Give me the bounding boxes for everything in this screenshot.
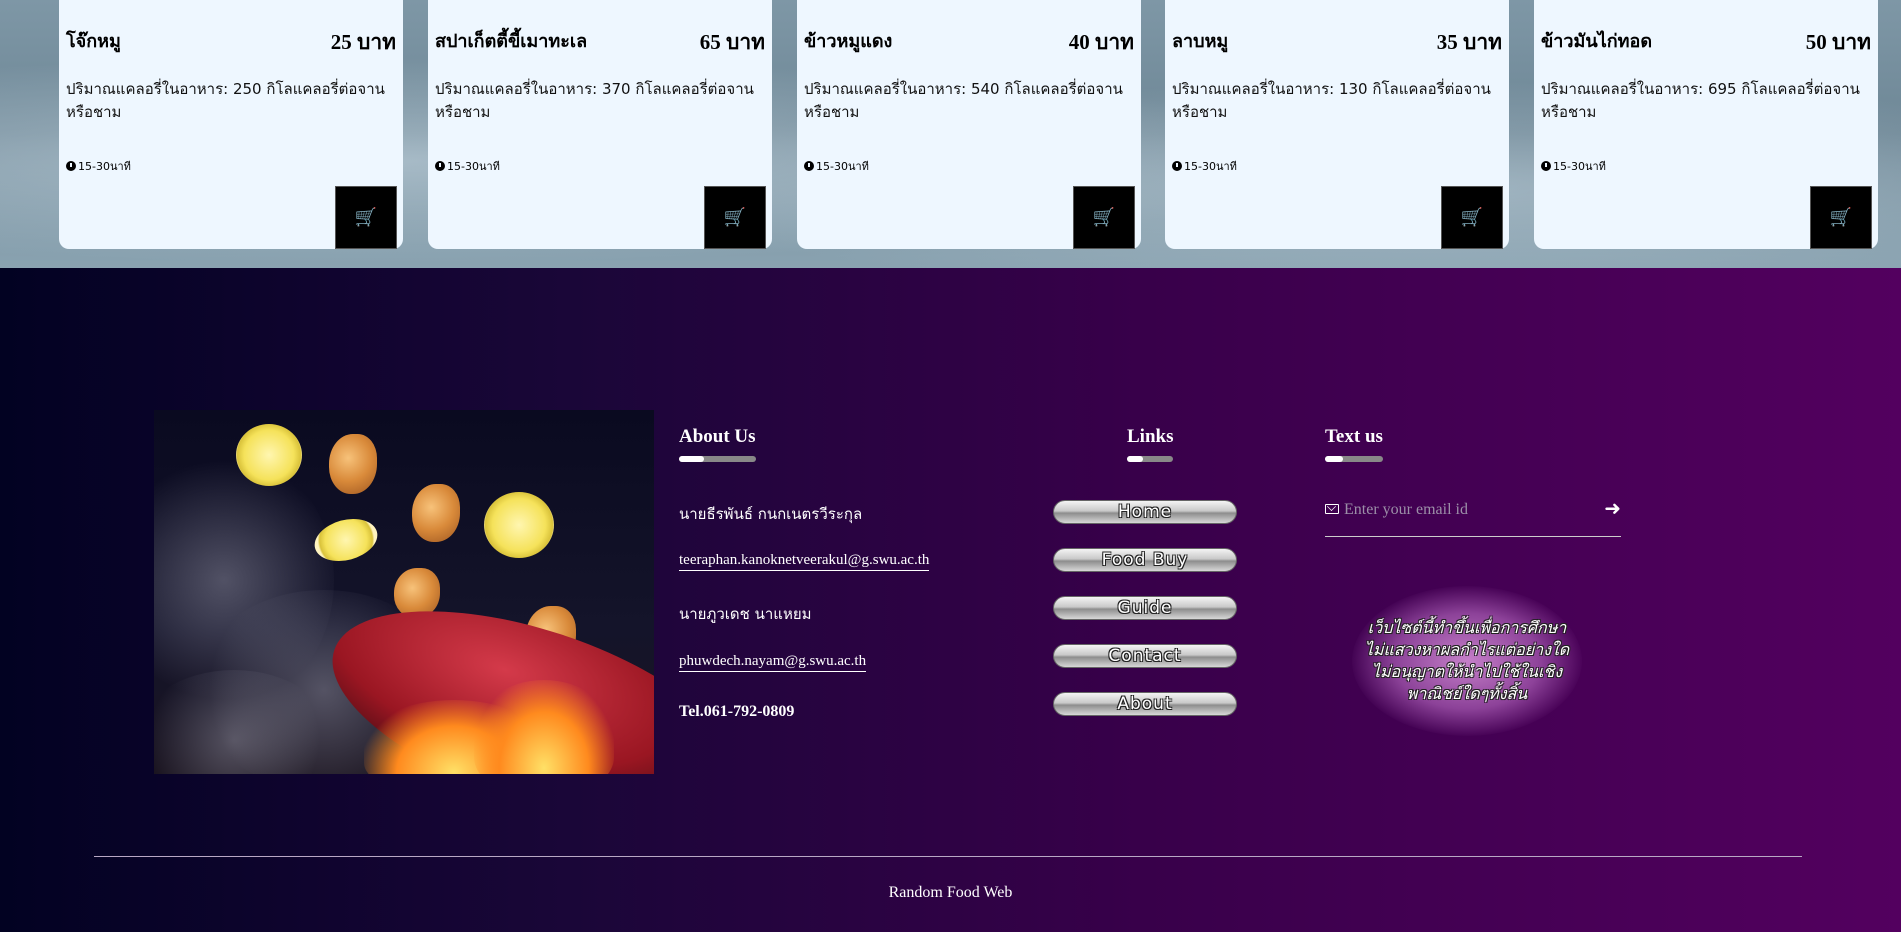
clock-icon (804, 161, 814, 171)
food-name: ข้าวหมูแดง (804, 31, 893, 52)
footer-link-home[interactable]: Home (1053, 500, 1237, 524)
newsletter-form: ➜ (1325, 496, 1621, 537)
food-price: 35 บาท (1436, 30, 1502, 54)
submit-arrow-icon[interactable]: ➜ (1604, 496, 1621, 520)
prep-time-label: 15-30นาที (447, 160, 500, 173)
disclaimer-notice: เว็บไซต์นี้ทำขึ้นเพื่อการศึกษา ไม่แสวงหา… (1352, 586, 1582, 736)
cart-plus-icon: 🛒 (354, 207, 378, 227)
about-title-underline (679, 456, 756, 462)
text-us-title-underline (1325, 456, 1383, 462)
food-name: ข้าวมันไก่ทอด (1541, 31, 1653, 52)
add-to-cart-button[interactable]: 🛒 (704, 186, 766, 249)
prep-time: 15-30นาที (435, 157, 500, 175)
footer-link-contact[interactable]: Contact (1053, 644, 1237, 668)
cart-plus-icon: 🛒 (1092, 207, 1116, 227)
prep-time: 15-30นาที (66, 157, 131, 175)
prep-time: 15-30นาที (1541, 157, 1606, 175)
member1-name: นายธีรพันธ์ กนกเนตรวีระกุล (679, 505, 863, 523)
add-to-cart-button[interactable]: 🛒 (335, 186, 397, 249)
food-card: ข้าวมันไก่ทอด 50 บาท ปริมาณแคลอรี่ในอาหา… (1534, 0, 1878, 249)
cart-plus-icon: 🛒 (1829, 207, 1853, 227)
footer-link-food-buy[interactable]: Food Buy (1053, 548, 1237, 572)
food-calorie-desc: ปริมาณแคลอรี่ในอาหาร: 540 กิโลแคลอรี่ต่อ… (804, 80, 1123, 121)
food-calorie-desc: ปริมาณแคลอรี่ในอาหาร: 250 กิโลแคลอรี่ต่อ… (66, 80, 385, 121)
site-footer: About Us นายธีรพันธ์ กนกเนตรวีระกุล teer… (0, 268, 1901, 932)
footer-divider (94, 856, 1802, 857)
food-card: โจ๊กหมู 25 บาท ปริมาณแคลอรี่ในอาหาร: 250… (59, 0, 403, 249)
food-name: ลาบหมู (1172, 31, 1229, 52)
links-title-underline (1127, 456, 1173, 462)
clock-icon (1541, 161, 1551, 171)
clock-icon (1172, 161, 1182, 171)
prep-time-label: 15-30นาที (1184, 160, 1237, 173)
prep-time-label: 15-30นาที (78, 160, 131, 173)
food-calorie-desc: ปริมาณแคลอรี่ในอาหาร: 370 กิโลแคลอรี่ต่อ… (435, 80, 754, 121)
disclaimer-text: เว็บไซต์นี้ทำขึ้นเพื่อการศึกษา ไม่แสวงหา… (1364, 618, 1570, 703)
food-price: 65 บาท (699, 30, 765, 54)
clock-icon (66, 161, 76, 171)
food-menu-section: โจ๊กหมู 25 บาท ปริมาณแคลอรี่ในอาหาร: 250… (0, 0, 1901, 268)
food-card: ข้าวหมูแดง 40 บาท ปริมาณแคลอรี่ในอาหาร: … (797, 0, 1141, 249)
cart-plus-icon: 🛒 (723, 207, 747, 227)
cart-plus-icon: 🛒 (1460, 207, 1484, 227)
footer-link-about[interactable]: About (1053, 692, 1237, 716)
food-price: 50 บาท (1805, 30, 1871, 54)
member2-email-link[interactable]: phuwdech.nayam@g.swu.ac.th (679, 653, 867, 672)
about-title: About Us (679, 426, 756, 447)
prep-time-label: 15-30นาที (1553, 160, 1606, 173)
prep-time-label: 15-30นาที (816, 160, 869, 173)
add-to-cart-button[interactable]: 🛒 (1441, 186, 1503, 249)
food-price: 25 บาท (330, 30, 396, 54)
email-input[interactable] (1342, 496, 1586, 524)
prep-time: 15-30นาที (804, 157, 869, 175)
member2-name: นายภูวเดช นาแหยม (679, 605, 812, 623)
food-calorie-desc: ปริมาณแคลอรี่ในอาหาร: 130 กิโลแคลอรี่ต่อ… (1172, 80, 1491, 121)
food-card: ลาบหมู 35 บาท ปริมาณแคลอรี่ในอาหาร: 130 … (1165, 0, 1509, 249)
food-name: โจ๊กหมู (66, 31, 121, 52)
footer-link-guide[interactable]: Guide (1053, 596, 1237, 620)
clock-icon (435, 161, 445, 171)
footer-food-image (154, 410, 654, 774)
envelope-icon (1325, 504, 1339, 514)
site-name-footer: Random Food Web (888, 884, 1013, 901)
food-calorie-desc: ปริมาณแคลอรี่ในอาหาร: 695 กิโลแคลอรี่ต่อ… (1541, 80, 1860, 121)
text-us-title: Text us (1325, 426, 1383, 447)
food-price: 40 บาท (1068, 30, 1134, 54)
add-to-cart-button[interactable]: 🛒 (1073, 186, 1135, 249)
links-title: Links (1127, 426, 1174, 447)
food-card: สปาเก็ตตี้ขี้เมาทะเล 65 บาท ปริมาณแคลอรี… (428, 0, 772, 249)
phone-number: Tel.061-792-0809 (679, 703, 795, 720)
prep-time: 15-30นาที (1172, 157, 1237, 175)
food-name: สปาเก็ตตี้ขี้เมาทะเล (435, 31, 588, 52)
member1-email-link[interactable]: teeraphan.kanoknetveerakul@g.swu.ac.th (679, 552, 930, 571)
add-to-cart-button[interactable]: 🛒 (1810, 186, 1872, 249)
